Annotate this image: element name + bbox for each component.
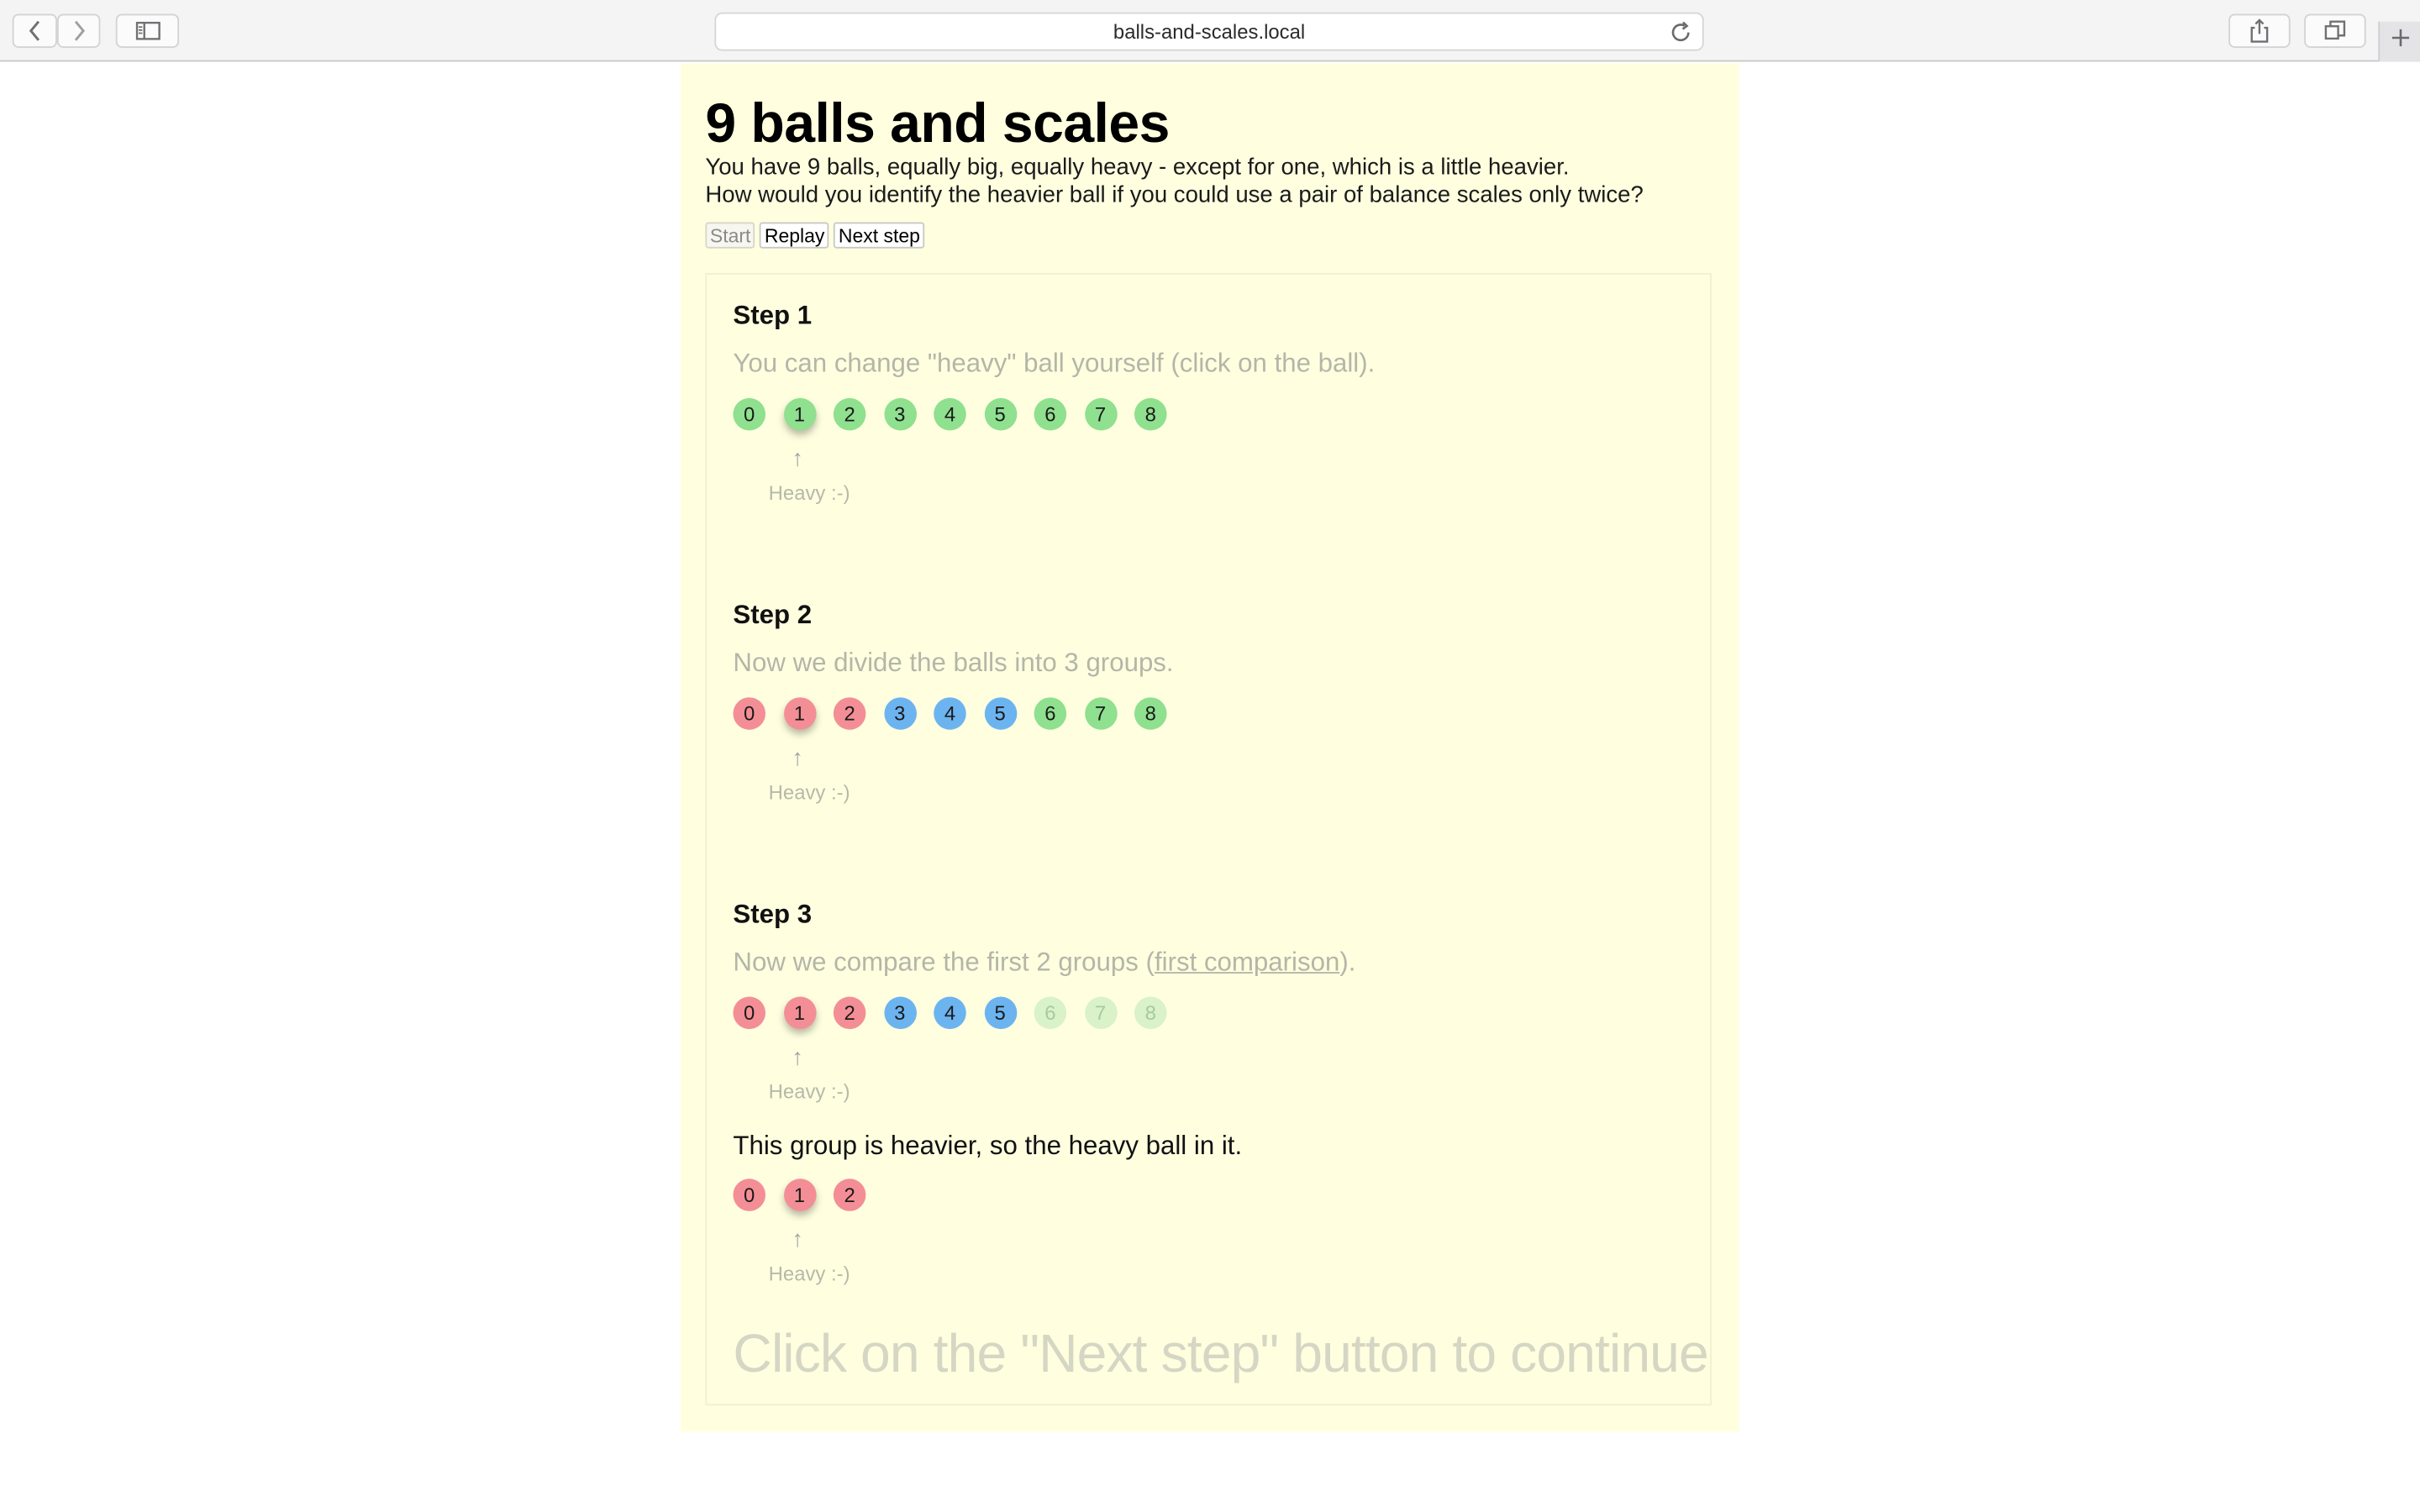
browser-toolbar: balls-and-scales.local [0,0,2420,62]
step-2-description: Now we divide the balls into 3 groups. [733,648,1174,678]
share-button[interactable] [2228,13,2291,48]
share-icon [2249,18,2270,43]
ball-4[interactable]: 4 [934,397,966,431]
step-3-desc-after: ). [1339,947,1356,977]
next-step-button[interactable]: Next step [834,222,925,249]
reload-icon[interactable] [1668,20,1692,45]
start-button[interactable]: Start [705,222,755,249]
ball-1[interactable]: 1 [783,697,816,730]
page-content: 9 balls and scales You have 9 balls, equ… [680,63,1739,1432]
step-2-balls: 012345678 [733,697,1167,730]
intro-line-1: You have 9 balls, equally big, equally h… [705,154,1570,181]
controls: Start Replay Next step [705,222,925,249]
step-2-heavy-label: Heavy :-) [768,780,850,804]
ball-3[interactable]: 3 [883,697,917,730]
step-3-balls: 012345678 [733,996,1167,1030]
step-3-result-text: This group is heavier, so the heavy ball… [733,1131,1243,1161]
ball-7[interactable]: 7 [1084,996,1117,1030]
step-3-desc-before: Now we compare the first 2 groups ( [733,947,1155,977]
ball-2[interactable]: 2 [833,1179,866,1211]
address-bar[interactable]: balls-and-scales.local [714,12,1704,51]
tabs-overview-button[interactable] [2304,13,2366,48]
plus-icon [2390,28,2410,55]
steps-panel: Step 1 You can change "heavy" ball yours… [705,273,1712,1406]
ball-1[interactable]: 1 [783,397,816,431]
step-3-description: Now we compare the first 2 groups (first… [733,948,1355,979]
ball-8[interactable]: 8 [1134,996,1167,1030]
sidebar-icon [134,21,160,40]
ball-1[interactable]: 1 [783,996,816,1030]
sidebar-toggle-button[interactable] [115,13,180,48]
step-3-heavy-arrow: ↑ [792,1044,804,1071]
replay-button[interactable]: Replay [760,222,829,249]
ball-0[interactable]: 0 [733,996,766,1030]
ball-6[interactable]: 6 [1034,996,1067,1030]
step-1-description: You can change "heavy" ball yourself (cl… [733,349,1376,378]
step-1-heavy-label: Heavy :-) [768,481,850,505]
step-3-heavy-label: Heavy :-) [768,1079,850,1104]
ball-8[interactable]: 8 [1134,697,1167,730]
step-3-result-balls: 012 [733,1179,866,1211]
ball-4[interactable]: 4 [934,996,966,1030]
chevron-right-icon [71,20,86,42]
ball-2[interactable]: 2 [833,697,866,730]
continue-hint: Click on the "Next step" button to conti… [733,1323,1708,1384]
step-3-result-heavy-label: Heavy :-) [768,1262,850,1285]
tabs-overview-icon [2324,20,2346,42]
step-2-heavy-arrow: ↑ [792,745,804,772]
forward-button[interactable] [56,13,101,48]
new-tab-button[interactable] [2378,21,2420,62]
ball-0[interactable]: 0 [733,1179,766,1211]
ball-2[interactable]: 2 [833,996,866,1030]
ball-5[interactable]: 5 [983,996,1017,1030]
ball-7[interactable]: 7 [1084,697,1117,730]
page-title: 9 balls and scales [705,91,1170,155]
ball-3[interactable]: 3 [883,397,917,431]
back-button[interactable] [12,13,57,48]
ball-0[interactable]: 0 [733,397,766,431]
url-text[interactable]: balls-and-scales.local [1113,20,1305,44]
step-3-result-heavy-arrow: ↑ [792,1226,804,1253]
step-1-heavy-arrow: ↑ [792,445,804,473]
ball-0[interactable]: 0 [733,697,766,730]
ball-8[interactable]: 8 [1134,397,1167,431]
ball-3[interactable]: 3 [883,996,917,1030]
chevron-left-icon [27,20,42,42]
ball-6[interactable]: 6 [1034,397,1067,431]
ball-2[interactable]: 2 [833,397,866,431]
ball-4[interactable]: 4 [934,697,966,730]
ball-5[interactable]: 5 [983,697,1017,730]
step-3-title: Step 3 [733,899,813,929]
intro-line-2: How would you identify the heavier ball … [705,181,1644,208]
ball-6[interactable]: 6 [1034,697,1067,730]
intro-text: You have 9 balls, equally big, equally h… [705,155,1643,210]
first-comparison-link[interactable]: first comparison [1155,948,1339,977]
step-2-title: Step 2 [733,600,813,630]
ball-7[interactable]: 7 [1084,397,1117,431]
step-1-title: Step 1 [733,301,813,331]
ball-1[interactable]: 1 [783,1179,816,1211]
ball-5[interactable]: 5 [983,397,1017,431]
step-1-balls: 012345678 [733,397,1167,431]
